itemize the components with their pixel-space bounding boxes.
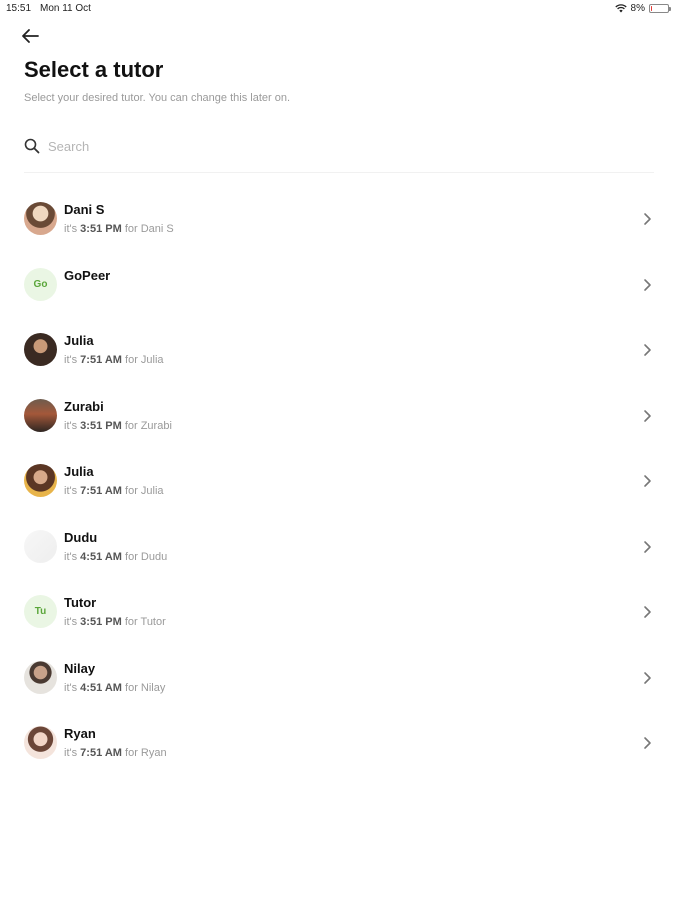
tutor-row[interactable]: Dudu it's 4:51 AM for Dudu xyxy=(0,513,675,579)
avatar-initials-text: Go xyxy=(33,278,48,290)
page-subtitle: Select your desired tutor. You can chang… xyxy=(24,92,291,104)
avatar xyxy=(24,726,57,759)
status-indicators: 8% xyxy=(614,3,671,14)
time-value: 7:51 AM xyxy=(80,747,122,759)
time-value: 3:51 PM xyxy=(80,616,122,628)
tutor-local-time: it's 4:51 AM for Dudu xyxy=(64,551,167,563)
tutor-local-time: it's 3:51 PM for Tutor xyxy=(64,616,166,628)
tutor-row[interactable]: Tu Tutor it's 3:51 PM for Tutor xyxy=(0,578,675,644)
tutor-row[interactable]: Dani S it's 3:51 PM for Dani S xyxy=(0,185,675,251)
tutor-name: GoPeer xyxy=(64,267,111,283)
tutor-name: Nilay xyxy=(64,660,96,676)
time-suffix: for Julia xyxy=(125,354,164,366)
tutor-row[interactable]: Julia it's 7:51 AM for Julia xyxy=(0,316,675,382)
time-suffix: for Ryan xyxy=(125,747,167,759)
avatar xyxy=(24,464,57,497)
status-time: 15:51 xyxy=(6,3,32,14)
status-date: Mon 11 Oct xyxy=(40,3,91,14)
back-button[interactable] xyxy=(20,25,46,47)
tutor-local-time: it's 7:51 AM for Ryan xyxy=(64,747,167,759)
tutor-name: Tutor xyxy=(64,595,97,610)
search-bar[interactable] xyxy=(24,133,654,159)
chevron-right-icon xyxy=(644,606,651,618)
search-input[interactable] xyxy=(48,138,608,154)
avatar xyxy=(24,529,57,563)
tutor-name: Julia xyxy=(64,464,94,479)
tutor-local-time: it's 7:51 AM for Julia xyxy=(64,354,164,366)
avatar xyxy=(24,398,57,432)
time-suffix: for Dani S xyxy=(124,223,174,235)
tutor-local-time: it's 7:51 AM for Julia xyxy=(64,485,164,497)
chevron-right-icon xyxy=(644,213,651,225)
time-suffix: for Julia xyxy=(125,485,164,497)
tutor-name: Ryan xyxy=(64,726,96,741)
battery-icon xyxy=(649,4,671,13)
time-prefix: it's xyxy=(64,223,78,235)
chevron-right-icon xyxy=(644,344,651,356)
tutor-local-time: it's 3:51 PM for Zurabi xyxy=(64,420,172,432)
time-value: 3:51 PM xyxy=(80,223,122,235)
avatar-initials-text: Tu xyxy=(34,606,47,617)
tutor-list: Dani S it's 3:51 PM for Dani S Go GoPeer Jul… xyxy=(0,185,675,775)
avatar-initials: Tu xyxy=(24,595,57,628)
tutor-name: Dani S xyxy=(64,202,105,217)
chevron-right-icon xyxy=(644,409,651,422)
tutor-row[interactable]: Ryan it's 7:51 AM for Ryan xyxy=(0,709,675,775)
time-prefix: it's xyxy=(64,681,78,694)
status-bar: 15:51 Mon 11 Oct 8% xyxy=(0,0,675,18)
time-value: 4:51 AM xyxy=(80,550,122,563)
tutor-local-time: it's 4:51 AM for Nilay xyxy=(64,682,165,694)
tutor-name: Dudu xyxy=(64,529,98,545)
chevron-right-icon xyxy=(644,737,651,749)
chevron-right-icon xyxy=(644,475,651,487)
chevron-right-icon xyxy=(644,671,651,684)
search-icon xyxy=(24,138,40,154)
battery-percent: 8% xyxy=(630,3,645,14)
avatar xyxy=(24,202,57,235)
time-suffix: for Nilay xyxy=(125,681,166,694)
time-prefix: it's xyxy=(64,747,78,759)
time-value: 3:51 PM xyxy=(80,419,122,432)
battery-level xyxy=(651,6,652,11)
time-suffix: for Dudu xyxy=(125,550,168,563)
tutor-row[interactable]: Zurabi it's 3:51 PM for Zurabi xyxy=(0,382,675,448)
page-title: Select a tutor xyxy=(24,57,164,82)
tutor-row[interactable]: Go GoPeer xyxy=(0,251,675,317)
time-prefix: it's xyxy=(64,419,78,432)
tutor-name: Julia xyxy=(64,333,94,348)
tutor-row[interactable]: Nilay it's 4:51 AM for Nilay xyxy=(0,644,675,710)
time-value: 4:51 AM xyxy=(80,681,122,694)
time-value: 7:51 AM xyxy=(80,354,122,366)
time-suffix: for Zurabi xyxy=(124,419,172,432)
arrow-left-icon xyxy=(22,29,39,43)
tutor-name: Zurabi xyxy=(64,398,104,414)
tutor-local-time: it's 3:51 PM for Dani S xyxy=(64,223,174,235)
avatar-initials: Go xyxy=(24,267,57,301)
tutor-row[interactable]: Julia it's 7:51 AM for Julia xyxy=(0,447,675,513)
chevron-right-icon xyxy=(644,278,651,291)
time-value: 7:51 AM xyxy=(80,485,122,497)
time-prefix: it's xyxy=(64,485,78,497)
time-prefix: it's xyxy=(64,616,78,628)
time-prefix: it's xyxy=(64,550,78,563)
chevron-right-icon xyxy=(644,540,651,553)
time-prefix: it's xyxy=(64,354,78,366)
wifi-icon xyxy=(614,4,627,13)
avatar xyxy=(24,660,57,694)
divider xyxy=(24,172,654,173)
avatar xyxy=(24,333,57,366)
time-suffix: for Tutor xyxy=(124,616,166,628)
